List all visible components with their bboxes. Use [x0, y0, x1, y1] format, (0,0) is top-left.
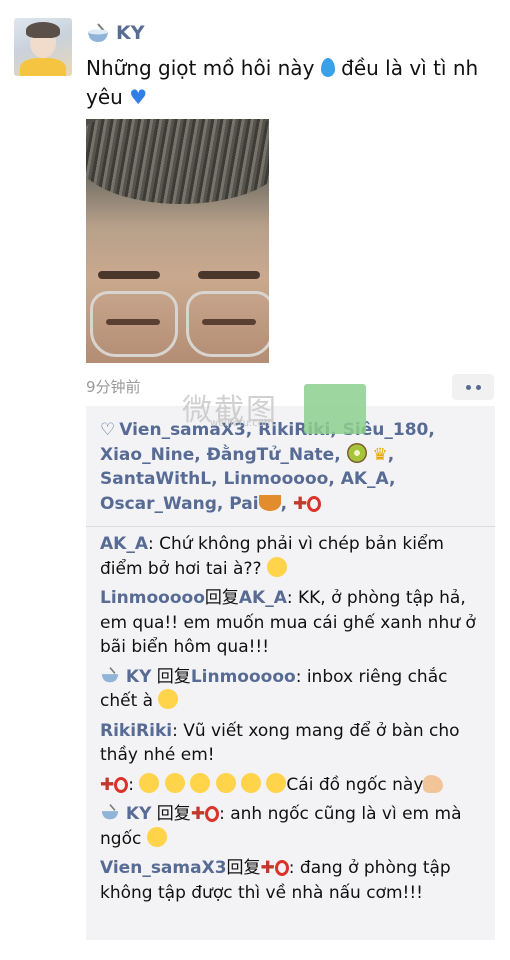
laughing-emoji-icon	[266, 556, 287, 577]
confused-emoji-icon	[139, 772, 160, 793]
comments-list: AK_A: Chứ không phải vì chép bản kiểm đi…	[86, 530, 495, 910]
plus-cross-icon[interactable]: ✚	[293, 494, 307, 514]
photo-hair	[86, 119, 269, 204]
plus-cross-icon[interactable]: ✚	[191, 804, 205, 824]
confused-emoji-icon	[190, 772, 211, 793]
droplet-icon	[320, 58, 335, 77]
confused-emoji-icon	[241, 772, 262, 793]
bowl-icon	[101, 666, 119, 682]
like-name[interactable]: Xiao_Nine	[100, 445, 194, 465]
dot-icon	[475, 384, 481, 390]
reply-word: 回复	[226, 858, 261, 878]
like-name[interactable]: AK_A	[341, 469, 389, 489]
comment-item[interactable]: Linmooooo回复AK_A: KK, ở phòng tập hả, em …	[100, 586, 485, 660]
photo-brow-left	[98, 271, 160, 279]
flexed-arm-icon	[423, 774, 444, 793]
like-name[interactable]: Pai	[229, 494, 258, 514]
ring-icon[interactable]	[114, 776, 129, 793]
comment-author-name: KY	[125, 804, 152, 824]
like-sep: ,	[387, 444, 395, 465]
comment-item[interactable]: KY 回复✚: anh ngốc cũng là vì em mà ngốc	[100, 802, 485, 851]
photo-glasses-left	[90, 291, 178, 357]
comment-text: Cái đồ ngốc này	[286, 774, 424, 795]
like-sep: ,	[216, 493, 230, 514]
comment-item[interactable]: AK_A: Chứ không phải vì chép bản kiểm đi…	[100, 532, 485, 581]
post-text-part1: Những giọt mồ hôi này	[86, 56, 321, 80]
comment-author[interactable]: KY	[100, 667, 151, 687]
watermark-url: weijietu.com	[210, 418, 274, 429]
comment-reply-to[interactable]: Linmooooo	[191, 667, 296, 687]
watermark-logo	[304, 384, 366, 434]
blue-heart-icon: ♥	[129, 85, 148, 109]
post-author-name: KY	[116, 22, 145, 44]
comment-item[interactable]: Vien_samaX3回复✚: đang ở phòng tập không t…	[100, 856, 485, 905]
like-sep: ,	[280, 493, 293, 514]
post-photo[interactable]	[86, 119, 269, 363]
comment-author[interactable]: Vien_samaX3	[100, 858, 227, 878]
like-sep: ,	[211, 469, 224, 489]
likes-list: ♡Vien_samaX3, RikiRiki, Siêu_180, Xiao_N…	[86, 406, 495, 522]
ring-icon[interactable]	[274, 860, 289, 876]
comment-reply-to[interactable]: AK_A	[239, 588, 287, 608]
bowl-icon	[88, 23, 108, 42]
avatar-body	[20, 58, 66, 76]
comment-author[interactable]: RikiRiki	[100, 721, 172, 741]
pot-icon	[258, 494, 281, 511]
confused-emoji-icon	[164, 772, 185, 793]
like-sep: ,	[389, 469, 396, 489]
like-name[interactable]: Linmooooo	[223, 469, 328, 489]
author-avatar[interactable]	[14, 18, 72, 76]
post-time: 9分钟前	[86, 378, 141, 396]
avatar-hair	[26, 22, 60, 38]
photo-glasses-right	[186, 291, 269, 357]
bowl-icon	[101, 804, 119, 820]
comment-item[interactable]: ✚: Cái đồ ngốc này	[100, 772, 485, 798]
like-sep: ,	[328, 469, 341, 489]
like-sep: ,	[194, 444, 207, 465]
post-author[interactable]: KY	[86, 20, 144, 46]
photo-brow-right	[198, 271, 260, 279]
comment-author[interactable]: KY	[100, 804, 151, 824]
more-options-button[interactable]	[452, 374, 494, 400]
post-text: Những giọt mồ hôi này đều là vì tì nh yê…	[86, 54, 486, 112]
like-name[interactable]: Oscar_Wang	[100, 494, 217, 514]
confused-emoji-icon	[215, 772, 236, 793]
kiwi-icon[interactable]	[346, 442, 367, 463]
relieved-emoji-icon	[146, 826, 167, 847]
like-name[interactable]: SantaWithL	[100, 469, 211, 489]
confused-emoji-icon	[266, 772, 287, 793]
ring-icon[interactable]	[205, 806, 220, 822]
comment-author[interactable]: Linmooooo	[100, 588, 205, 608]
smirk-emoji-icon	[158, 689, 179, 709]
comment-author[interactable]: AK_A	[100, 534, 148, 554]
like-name[interactable]: ĐằngTử_Nate	[207, 445, 335, 465]
ring-icon[interactable]	[307, 495, 322, 512]
crown-icon[interactable]: ♛	[373, 445, 388, 465]
reply-word: 回复	[151, 804, 191, 824]
plus-cross-icon[interactable]: ✚	[100, 775, 114, 795]
panel-divider	[86, 526, 495, 527]
comment-author-name: KY	[125, 666, 152, 687]
heart-outline-icon: ♡	[100, 420, 116, 440]
dot-icon	[465, 384, 471, 390]
comment-item[interactable]: KY 回复Linmooooo: inbox riêng chắc chết à	[100, 665, 485, 714]
reply-word: 回复	[151, 666, 191, 687]
plus-cross-icon[interactable]: ✚	[261, 858, 275, 878]
comment-item[interactable]: RikiRiki: Vũ viết xong mang để ở bàn cho…	[100, 719, 485, 768]
reply-word: 回复	[204, 588, 239, 608]
interaction-panel: ♡Vien_samaX3, RikiRiki, Siêu_180, Xiao_N…	[86, 406, 495, 940]
like-sep: ,	[428, 420, 435, 440]
like-sep: ,	[334, 444, 347, 465]
